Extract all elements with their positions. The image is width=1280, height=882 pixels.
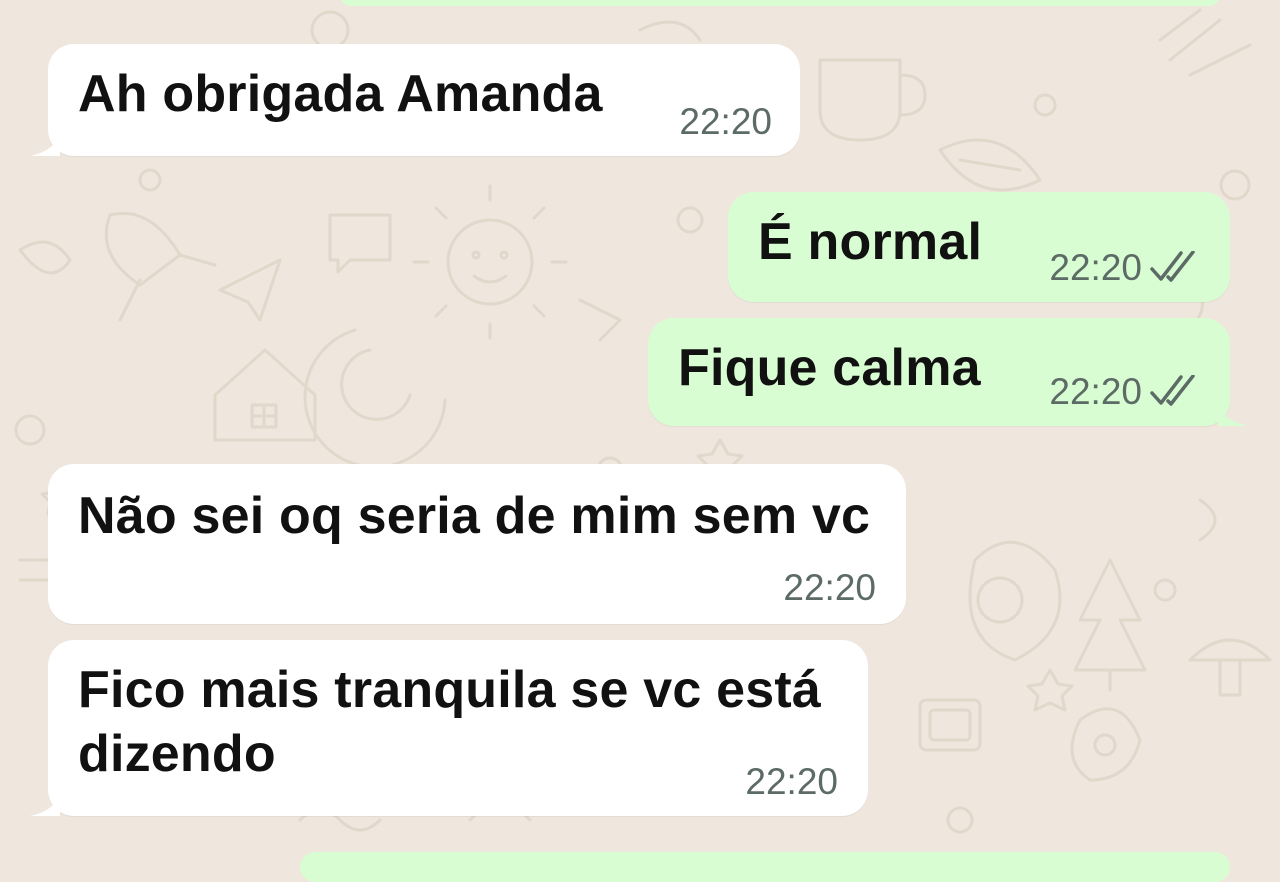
- message-time-text: 22:20: [1049, 371, 1142, 412]
- message-time-text: 22:20: [745, 761, 838, 802]
- message-text: Não sei oq seria de mim sem vc: [78, 487, 871, 545]
- message-time: 22:20: [783, 568, 876, 608]
- message-text: É normal: [758, 213, 983, 271]
- message-bubble-outgoing[interactable]: É normal 22:20: [728, 192, 1230, 302]
- message-bubble-partial-bottom[interactable]: [300, 852, 1230, 882]
- message-text: Fique calma: [678, 339, 981, 397]
- message-bubble-incoming[interactable]: Fico mais tranquila se vc está dizendo 2…: [30, 640, 868, 816]
- double-check-icon: [1150, 375, 1195, 406]
- bubble-tail-icon: [1218, 400, 1248, 426]
- message-time: 22:20: [679, 102, 772, 142]
- message-time-text: 22:20: [679, 101, 772, 142]
- message-meta: 22:20: [1049, 248, 1202, 288]
- message-bubble-incoming[interactable]: Não sei oq seria de mim sem vc 22:20: [48, 464, 906, 624]
- message-text: Fico mais tranquila se vc está dizendo: [78, 661, 821, 783]
- message-bubble-partial-top[interactable]: [340, 0, 1220, 6]
- message-bubble-incoming[interactable]: Ah obrigada Amanda 22:20: [30, 44, 800, 156]
- message-time: 22:20: [745, 762, 838, 802]
- chat-thread[interactable]: Ah obrigada Amanda 22:20 É normal 22:20 …: [0, 0, 1280, 882]
- message-time-text: 22:20: [783, 567, 876, 608]
- message-text: Ah obrigada Amanda: [78, 65, 603, 123]
- bubble-tail-icon: [30, 130, 60, 156]
- bubble-tail-icon: [30, 790, 60, 816]
- message-bubble-outgoing[interactable]: Fique calma 22:20: [648, 318, 1248, 426]
- double-check-icon: [1150, 251, 1195, 282]
- message-time-text: 22:20: [1049, 247, 1142, 288]
- message-meta: 22:20: [1049, 372, 1202, 412]
